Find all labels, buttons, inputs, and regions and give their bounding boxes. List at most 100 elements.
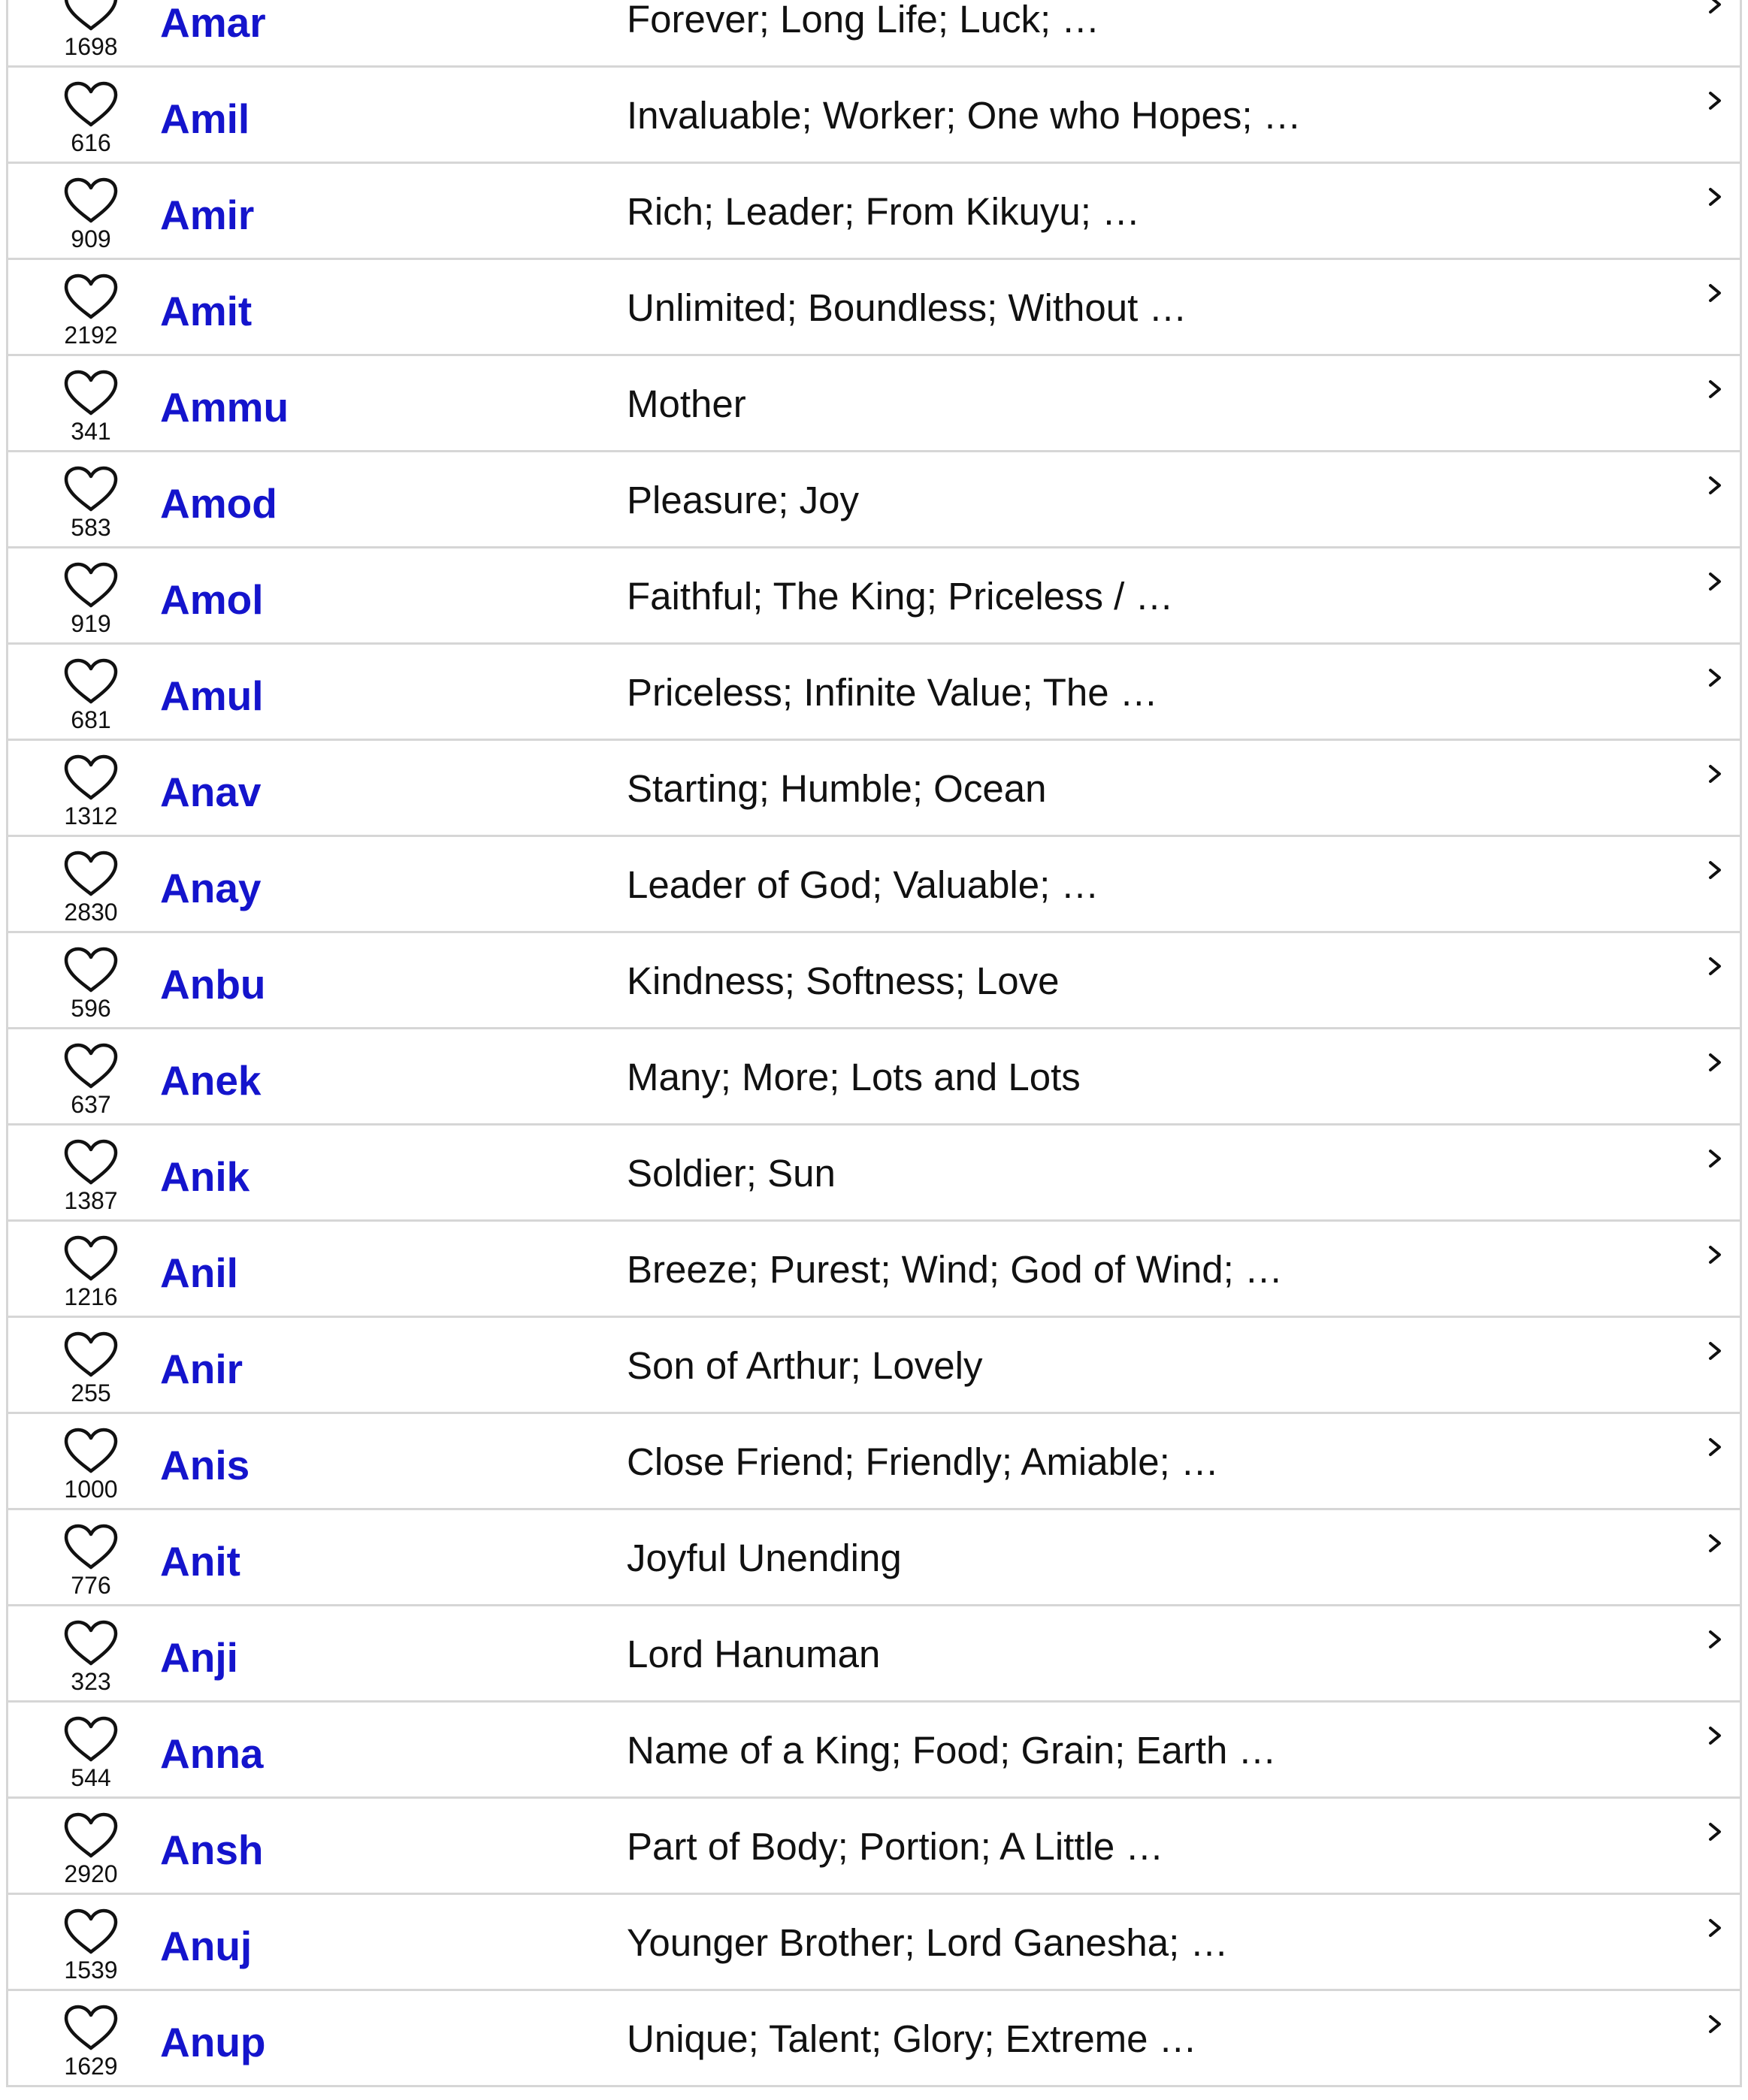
favorite-button[interactable]: 596 bbox=[53, 947, 129, 1022]
name-row[interactable]: 1698 Amar Forever; Long Life; Luck; … bbox=[8, 0, 1740, 68]
heart-icon[interactable] bbox=[63, 1235, 119, 1282]
favorite-button[interactable]: 1312 bbox=[53, 754, 129, 829]
name-row[interactable]: 1312 Anav Starting; Humble; Ocean bbox=[8, 741, 1740, 837]
name-link[interactable]: Anji bbox=[160, 1633, 238, 1682]
favorite-button[interactable]: 1539 bbox=[53, 1908, 129, 1984]
name-link[interactable]: Anit bbox=[160, 1537, 240, 1585]
name-link[interactable]: Amit bbox=[160, 287, 252, 335]
chevron-right-icon[interactable] bbox=[1704, 2009, 1726, 2039]
name-link[interactable]: Anik bbox=[160, 1153, 249, 1201]
chevron-right-icon[interactable] bbox=[1704, 759, 1726, 789]
heart-icon[interactable] bbox=[63, 1139, 119, 1186]
favorite-button[interactable]: 323 bbox=[53, 1620, 129, 1695]
name-row[interactable]: 255 Anir Son of Arthur; Lovely bbox=[8, 1318, 1740, 1414]
name-row[interactable]: 637 Anek Many; More; Lots and Lots bbox=[8, 1029, 1740, 1126]
heart-icon[interactable] bbox=[63, 2005, 119, 2051]
name-link[interactable]: Anis bbox=[160, 1441, 249, 1489]
favorite-button[interactable]: 637 bbox=[53, 1043, 129, 1118]
heart-icon[interactable] bbox=[63, 0, 119, 32]
name-row[interactable]: 2192 Amit Unlimited; Boundless; Without … bbox=[8, 260, 1740, 356]
name-link[interactable]: Anbu bbox=[160, 960, 266, 1008]
chevron-right-icon[interactable] bbox=[1704, 951, 1726, 981]
chevron-right-icon[interactable] bbox=[1704, 663, 1726, 693]
chevron-right-icon[interactable] bbox=[1704, 1240, 1726, 1270]
chevron-right-icon[interactable] bbox=[1704, 1817, 1726, 1847]
favorite-button[interactable]: 2920 bbox=[53, 1812, 129, 1887]
name-row[interactable]: 1539 Anuj Younger Brother; Lord Ganesha;… bbox=[8, 1895, 1740, 1991]
name-link[interactable]: Anuj bbox=[160, 1922, 252, 1970]
heart-icon[interactable] bbox=[63, 1043, 119, 1089]
name-row[interactable]: 341 Ammu Mother bbox=[8, 356, 1740, 452]
heart-icon[interactable] bbox=[63, 1908, 119, 1955]
chevron-right-icon[interactable] bbox=[1704, 1144, 1726, 1174]
favorite-button[interactable]: 2830 bbox=[53, 851, 129, 926]
chevron-right-icon[interactable] bbox=[1704, 470, 1726, 500]
name-row[interactable]: 681 Amul Priceless; Infinite Value; The … bbox=[8, 645, 1740, 741]
name-row[interactable]: 616 Amil Invaluable; Worker; One who Hop… bbox=[8, 68, 1740, 164]
chevron-right-icon[interactable] bbox=[1704, 1432, 1726, 1462]
name-link[interactable]: Amar bbox=[160, 0, 266, 47]
chevron-right-icon[interactable] bbox=[1704, 182, 1726, 212]
name-row[interactable]: 2830 Anay Leader of God; Valuable; … bbox=[8, 837, 1740, 933]
chevron-right-icon[interactable] bbox=[1704, 855, 1726, 885]
name-link[interactable]: Anir bbox=[160, 1345, 243, 1393]
name-row[interactable]: 323 Anji Lord Hanuman bbox=[8, 1606, 1740, 1703]
name-row[interactable]: 776 Anit Joyful Unending bbox=[8, 1510, 1740, 1606]
heart-icon[interactable] bbox=[63, 81, 119, 128]
name-row[interactable]: 1216 Anil Breeze; Purest; Wind; God of W… bbox=[8, 1222, 1740, 1318]
favorite-button[interactable]: 776 bbox=[53, 1524, 129, 1599]
name-row[interactable]: 596 Anbu Kindness; Softness; Love bbox=[8, 933, 1740, 1029]
chevron-right-icon[interactable] bbox=[1704, 1528, 1726, 1558]
favorite-button[interactable]: 681 bbox=[53, 658, 129, 733]
heart-icon[interactable] bbox=[63, 1428, 119, 1474]
heart-icon[interactable] bbox=[63, 1812, 119, 1859]
chevron-right-icon[interactable] bbox=[1704, 567, 1726, 597]
heart-icon[interactable] bbox=[63, 947, 119, 993]
heart-icon[interactable] bbox=[63, 851, 119, 897]
name-link[interactable]: Amol bbox=[160, 576, 264, 624]
heart-icon[interactable] bbox=[63, 1331, 119, 1378]
favorite-button[interactable]: 1387 bbox=[53, 1139, 129, 1214]
name-row[interactable]: 919 Amol Faithful; The King; Priceless /… bbox=[8, 548, 1740, 645]
favorite-button[interactable]: 544 bbox=[53, 1716, 129, 1791]
favorite-button[interactable]: 919 bbox=[53, 562, 129, 637]
name-link[interactable]: Amir bbox=[160, 191, 254, 239]
chevron-right-icon[interactable] bbox=[1704, 1047, 1726, 1077]
chevron-right-icon[interactable] bbox=[1704, 0, 1726, 20]
name-row[interactable]: 544 Anna Name of a King; Food; Grain; Ea… bbox=[8, 1703, 1740, 1799]
favorite-button[interactable]: 255 bbox=[53, 1331, 129, 1407]
favorite-button[interactable]: 341 bbox=[53, 370, 129, 445]
name-link[interactable]: Anay bbox=[160, 864, 262, 912]
chevron-right-icon[interactable] bbox=[1704, 374, 1726, 404]
heart-icon[interactable] bbox=[63, 466, 119, 512]
name-link[interactable]: Amod bbox=[160, 479, 277, 527]
heart-icon[interactable] bbox=[63, 754, 119, 801]
name-link[interactable]: Amil bbox=[160, 95, 249, 143]
name-link[interactable]: Anav bbox=[160, 768, 262, 816]
name-link[interactable]: Anek bbox=[160, 1056, 262, 1104]
heart-icon[interactable] bbox=[63, 273, 119, 320]
heart-icon[interactable] bbox=[63, 1620, 119, 1666]
favorite-button[interactable]: 616 bbox=[53, 81, 129, 156]
name-row[interactable]: 1000 Anis Close Friend; Friendly; Amiabl… bbox=[8, 1414, 1740, 1510]
chevron-right-icon[interactable] bbox=[1704, 86, 1726, 116]
name-row[interactable]: 1629 Anup Unique; Talent; Glory; Extreme… bbox=[8, 1991, 1740, 2087]
favorite-button[interactable]: 1216 bbox=[53, 1235, 129, 1310]
name-row[interactable]: 909 Amir Rich; Leader; From Kikuyu; … bbox=[8, 164, 1740, 260]
heart-icon[interactable] bbox=[63, 177, 119, 224]
heart-icon[interactable] bbox=[63, 1524, 119, 1570]
heart-icon[interactable] bbox=[63, 370, 119, 416]
chevron-right-icon[interactable] bbox=[1704, 1336, 1726, 1366]
favorite-button[interactable]: 1698 bbox=[53, 0, 129, 60]
name-link[interactable]: Anil bbox=[160, 1249, 238, 1297]
name-link[interactable]: Amul bbox=[160, 672, 264, 720]
favorite-button[interactable]: 583 bbox=[53, 466, 129, 541]
name-link[interactable]: Ammu bbox=[160, 383, 289, 431]
chevron-right-icon[interactable] bbox=[1704, 1624, 1726, 1654]
heart-icon[interactable] bbox=[63, 1716, 119, 1763]
chevron-right-icon[interactable] bbox=[1704, 1721, 1726, 1751]
chevron-right-icon[interactable] bbox=[1704, 278, 1726, 308]
name-link[interactable]: Anna bbox=[160, 1730, 264, 1778]
name-row[interactable]: 583 Amod Pleasure; Joy bbox=[8, 452, 1740, 548]
chevron-right-icon[interactable] bbox=[1704, 1913, 1726, 1943]
